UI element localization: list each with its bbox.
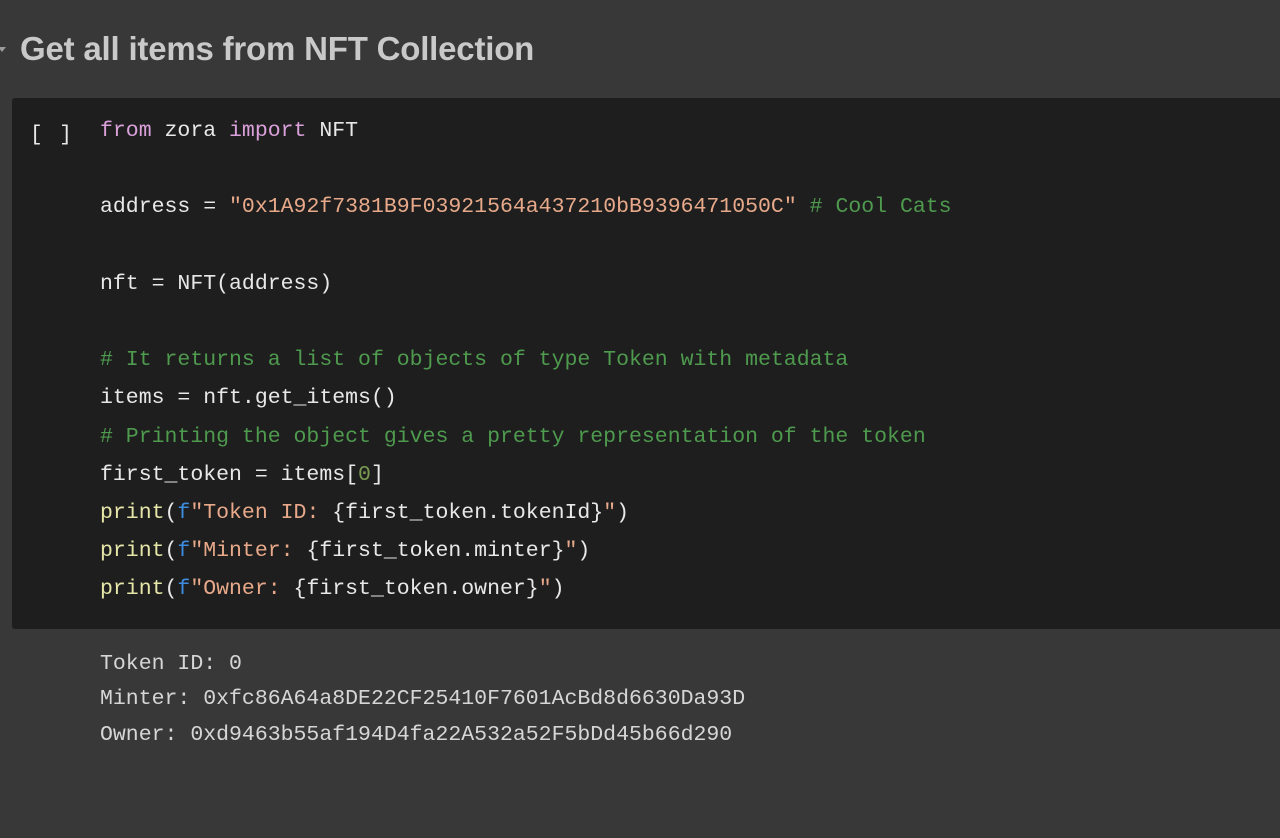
code-token: print <box>100 539 165 564</box>
code-token: NFT <box>306 119 359 143</box>
code-token: first_token = items[ <box>100 462 359 487</box>
output-line: Owner: 0xd9463b55af194D4fa22A532a52F5bDd… <box>100 722 733 747</box>
code-cell-body: [ ] from zora import NFT address = "0x1A… <box>12 112 1280 609</box>
code-token: ] <box>370 462 384 487</box>
code-token: f <box>177 539 191 564</box>
code-token: nft = NFT(address) <box>100 271 333 296</box>
code-token: # Printing the object gives a pretty rep… <box>100 424 926 449</box>
code-token: # Cool Cats <box>809 195 952 220</box>
code-token: print <box>100 577 165 602</box>
code-token: print <box>100 501 165 526</box>
code-token: ) <box>577 539 591 564</box>
code-token: " <box>564 539 578 564</box>
code-token: "0x1A92f7381B9F03921564a437210bB93964710… <box>229 195 797 220</box>
code-token: ) <box>616 501 630 526</box>
code-line: # It returns a list of objects of type T… <box>100 348 848 372</box>
code-line: first_token = items[0] <box>100 463 384 487</box>
code-token: {first_token.tokenId} <box>332 501 604 526</box>
chevron-down-icon[interactable] <box>0 41 16 57</box>
code-token: f <box>177 501 191 526</box>
code-line: print(f"Minter: {first_token.minter}") <box>100 539 590 563</box>
code-editor[interactable]: from zora import NFT address = "0x1A92f7… <box>100 112 1280 609</box>
code-token: ( <box>164 501 178 526</box>
code-line: from zora import NFT <box>100 119 358 143</box>
code-token: " <box>603 501 617 526</box>
output-line: Token ID: 0 <box>100 651 242 676</box>
code-token: import <box>229 119 307 143</box>
code-token: {first_token.owner} <box>293 577 539 602</box>
code-line: # Printing the object gives a pretty rep… <box>100 425 926 449</box>
section-header: Get all items from NFT Collection <box>0 0 1280 98</box>
code-line: address = "0x1A92f7381B9F03921564a437210… <box>100 195 952 219</box>
code-token: {first_token.minter} <box>306 539 565 564</box>
code-line: print(f"Owner: {first_token.owner}") <box>100 577 565 601</box>
code-line: nft = NFT(address) <box>100 272 332 296</box>
code-token: "Token ID: <box>190 501 333 526</box>
run-cell-button[interactable]: [ ] <box>12 112 100 147</box>
code-token: ( <box>164 577 178 602</box>
output-line: Minter: 0xfc86A64a8DE22CF25410F7601AcBd8… <box>100 687 746 712</box>
code-token: # It returns a list of objects of type T… <box>100 348 849 373</box>
page-title: Get all items from NFT Collection <box>20 30 535 67</box>
code-token: " <box>538 577 552 602</box>
code-token: ( <box>164 539 178 564</box>
notebook-page: Get all items from NFT Collection [ ] fr… <box>0 0 1280 838</box>
code-token: 0 <box>358 462 371 487</box>
code-line: print(f"Token ID: {first_token.tokenId}"… <box>100 501 629 525</box>
code-cell[interactable]: [ ] from zora import NFT address = "0x1A… <box>12 98 1280 629</box>
code-token: ) <box>551 577 565 602</box>
code-token: from <box>100 119 152 143</box>
code-token: "Owner: <box>190 577 294 602</box>
code-token: "Minter: <box>190 539 307 564</box>
code-token: zora <box>151 119 230 143</box>
code-token: items = nft.get_items() <box>100 386 397 411</box>
code-token: f <box>177 577 191 602</box>
code-line: items = nft.get_items() <box>100 386 397 410</box>
code-token: address = <box>100 195 230 220</box>
cell-output: Token ID: 0 Minter: 0xfc86A64a8DE22CF254… <box>0 647 1280 754</box>
